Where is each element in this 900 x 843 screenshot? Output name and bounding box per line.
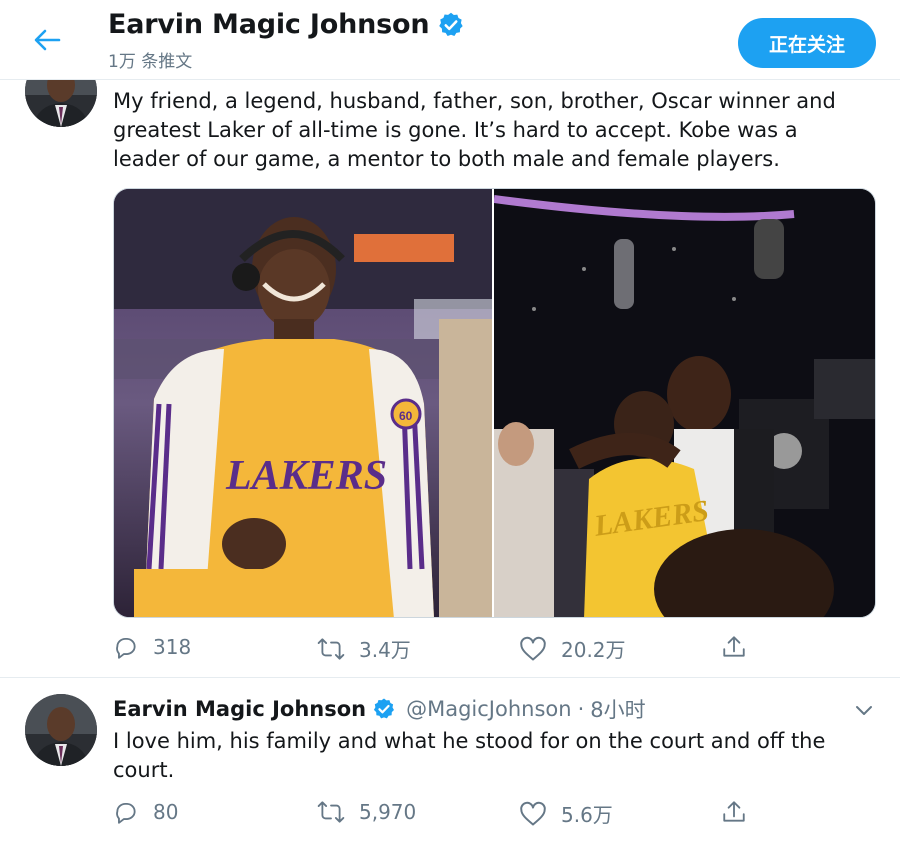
back-arrow-icon bbox=[34, 29, 61, 51]
like-button[interactable]: 20.2万 bbox=[519, 634, 626, 663]
retweet-button[interactable]: 5,970 bbox=[317, 799, 416, 825]
retweet-icon bbox=[317, 801, 345, 823]
reply-count: 80 bbox=[153, 800, 179, 824]
tweet-media[interactable]: 60 LAKERS LAKERS bbox=[113, 188, 876, 618]
like-icon bbox=[520, 636, 546, 660]
jersey-text: LAKERS bbox=[225, 453, 387, 499]
tweet-text: I love him, his family and what he stood… bbox=[113, 727, 825, 785]
share-icon bbox=[723, 636, 745, 657]
tweet-actions: 80 5,970 5.6万 bbox=[113, 799, 813, 829]
share-button[interactable] bbox=[721, 799, 761, 825]
tweet-text-line: greatest Laker of all-time is gone. It’s… bbox=[113, 118, 798, 142]
tweet-text-line: court. bbox=[113, 758, 175, 782]
reply-count: 318 bbox=[153, 635, 192, 659]
following-button[interactable]: 正在关注 bbox=[738, 18, 876, 68]
tweet-1[interactable]: My friend, a legend, husband, father, so… bbox=[0, 0, 900, 678]
reply-button[interactable]: 80 bbox=[113, 799, 178, 825]
back-button[interactable] bbox=[28, 24, 66, 56]
retweet-button[interactable]: 3.4万 bbox=[317, 634, 411, 663]
retweet-count: 5,970 bbox=[359, 800, 417, 824]
author-handle[interactable]: @MagicJohnson bbox=[406, 697, 571, 721]
tweet-header: Earvin Magic Johnson @MagicJohnson · 8小时 bbox=[113, 694, 646, 724]
chevron-down-icon bbox=[856, 706, 872, 715]
share-button[interactable] bbox=[721, 634, 761, 660]
tweet-timestamp[interactable]: 8小时 bbox=[590, 694, 645, 724]
tweet-menu-button[interactable] bbox=[852, 698, 876, 722]
retweet-icon bbox=[317, 637, 345, 660]
profile-name: Earvin Magic Johnson bbox=[108, 9, 430, 40]
tweet-text-line: I love him, his family and what he stood… bbox=[113, 729, 826, 753]
verified-badge-icon bbox=[439, 12, 464, 36]
photo-hug[interactable]: LAKERS bbox=[494, 189, 875, 617]
tweet-actions: 318 3.4万 20.2万 bbox=[113, 634, 813, 664]
like-count: 5.6万 bbox=[561, 803, 613, 827]
tweet-count: 1万 条推文 bbox=[108, 52, 193, 72]
like-button[interactable]: 5.6万 bbox=[519, 799, 613, 828]
retweet-count: 3.4万 bbox=[359, 638, 411, 662]
photo-kobe[interactable]: 60 LAKERS bbox=[114, 189, 492, 617]
reply-icon bbox=[116, 637, 136, 659]
avatar[interactable] bbox=[25, 694, 97, 766]
reply-icon bbox=[116, 802, 136, 824]
verified-badge-icon bbox=[374, 698, 395, 719]
like-icon bbox=[520, 801, 546, 825]
tweet-text: My friend, a legend, husband, father, so… bbox=[113, 87, 836, 174]
profile-header: Earvin Magic Johnson 1万 条推文 正在关注 bbox=[0, 0, 900, 80]
like-count: 20.2万 bbox=[561, 638, 626, 662]
tweet-text-line: My friend, a legend, husband, father, so… bbox=[113, 89, 836, 113]
reply-button[interactable]: 318 bbox=[113, 634, 191, 660]
author-name[interactable]: Earvin Magic Johnson bbox=[113, 697, 366, 721]
page-title: Earvin Magic Johnson bbox=[108, 9, 465, 40]
jersey-number: 60 bbox=[399, 409, 413, 423]
tweet-text-line: leader of our game, a mentor to both mal… bbox=[113, 147, 780, 171]
share-icon bbox=[723, 801, 745, 822]
separator-dot: · bbox=[577, 697, 585, 721]
